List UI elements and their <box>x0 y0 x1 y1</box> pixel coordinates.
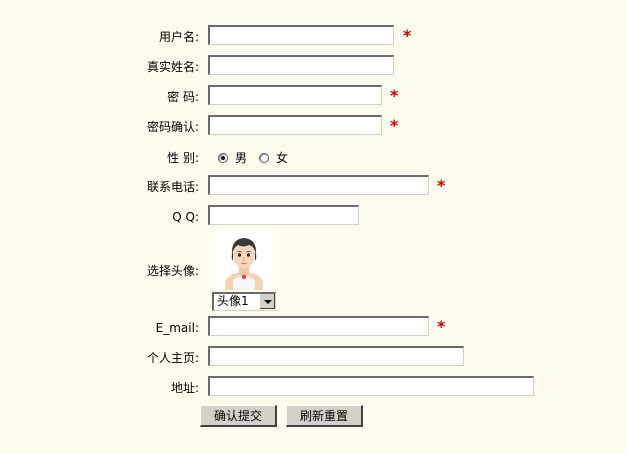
email-label: E_mail: <box>155 321 199 335</box>
password-confirm-label: 密码确认: <box>146 120 199 134</box>
required-mark: * <box>437 176 446 195</box>
address-input[interactable] <box>208 376 534 396</box>
realname-label: 真实姓名: <box>146 60 199 74</box>
address-row: 地址: <box>0 376 627 400</box>
gender-radio-group: 男 女 <box>218 149 300 166</box>
password-confirm-input[interactable] <box>208 115 382 135</box>
password-row: 密 码: * <box>0 85 627 109</box>
avatar-preview <box>215 230 273 291</box>
avatar-boy-icon <box>225 238 263 291</box>
gender-female-radio[interactable] <box>259 152 270 163</box>
required-mark: * <box>390 86 399 105</box>
required-mark: * <box>390 116 399 135</box>
submit-button[interactable]: 确认提交 <box>200 405 277 427</box>
phone-input[interactable] <box>208 175 429 195</box>
password-input[interactable] <box>208 85 382 105</box>
password-label: 密 码: <box>167 90 199 104</box>
gender-label: 性 别: <box>167 151 199 165</box>
phone-label: 联系电话: <box>146 180 199 194</box>
address-label: 地址: <box>170 381 199 395</box>
email-input[interactable] <box>208 316 429 336</box>
gender-male-label: 男 <box>235 151 248 165</box>
required-mark: * <box>403 26 412 45</box>
avatar-label: 选择头像: <box>146 264 199 278</box>
qq-row: Q Q: <box>0 205 627 229</box>
homepage-input[interactable] <box>208 346 464 366</box>
homepage-row: 个人主页: <box>0 346 627 370</box>
phone-row: 联系电话: * <box>0 175 627 199</box>
email-row: E_mail: * <box>0 316 627 340</box>
password-confirm-row: 密码确认: * <box>0 115 627 139</box>
required-mark: * <box>437 317 446 336</box>
gender-row: 性 别: 男 女 <box>0 146 627 170</box>
chevron-down-icon[interactable] <box>259 294 275 309</box>
qq-input[interactable] <box>208 205 359 225</box>
username-input[interactable] <box>208 25 394 45</box>
homepage-label: 个人主页: <box>146 351 199 365</box>
avatar-select[interactable]: 头像1 <box>212 292 276 311</box>
gender-male-radio[interactable] <box>218 152 228 163</box>
username-label: 用户名: <box>158 30 199 44</box>
realname-row: 真实姓名: <box>0 55 627 79</box>
avatar-select-value: 头像1 <box>217 294 249 308</box>
realname-input[interactable] <box>208 55 394 75</box>
qq-label: Q Q: <box>172 210 199 224</box>
reset-button[interactable]: 刷新重置 <box>286 405 363 427</box>
gender-female-label: 女 <box>276 151 289 165</box>
username-row: 用户名: * <box>0 25 627 49</box>
